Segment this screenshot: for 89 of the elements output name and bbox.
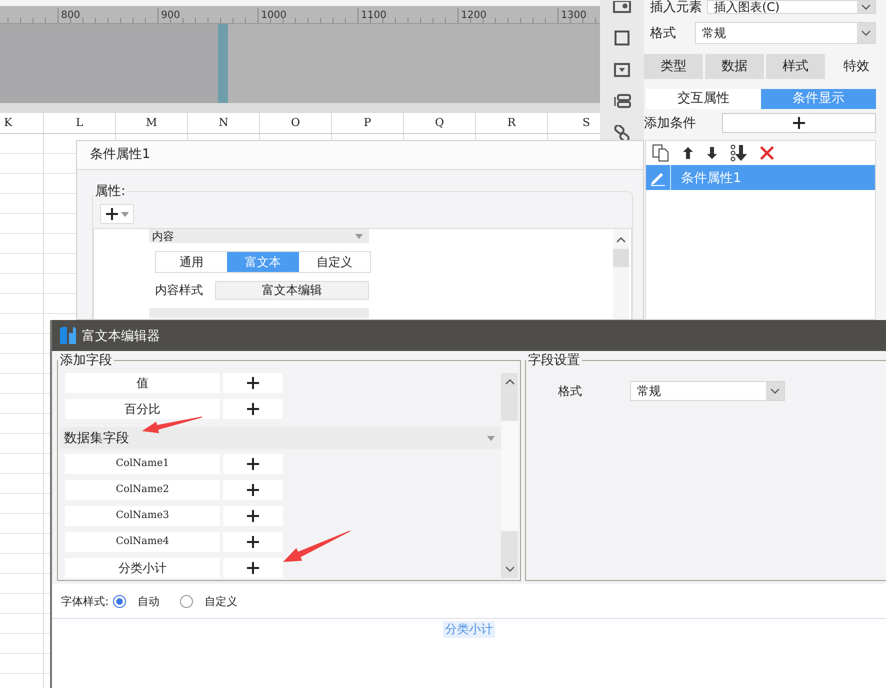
column-header[interactable]: M [116, 113, 188, 133]
plus-icon [246, 457, 260, 471]
field-name: ColName4 [65, 532, 220, 552]
field-name: ColName3 [65, 506, 220, 526]
pointer-arrow [140, 415, 204, 435]
caret-icon [355, 234, 363, 238]
radio-label[interactable]: 自动 [138, 594, 160, 608]
chevron-down-icon [504, 566, 514, 572]
add-field-button[interactable] [223, 454, 283, 474]
column-header[interactable]: R [476, 113, 548, 133]
radio-label[interactable]: 自定义 [204, 594, 238, 608]
add-field-button[interactable] [223, 373, 283, 393]
column-header[interactable]: P [332, 113, 404, 133]
dialog-title: 条件属性1 [77, 141, 643, 170]
plus-icon [246, 402, 260, 416]
section-header[interactable]: 数据集字段 [60, 427, 501, 449]
add-field-button[interactable] [223, 480, 283, 500]
window-title: 富文本编辑器 [82, 328, 160, 344]
column-header[interactable]: N [188, 113, 260, 133]
dropdown[interactable]: 插入图表(C) [707, 0, 876, 14]
column-header[interactable]: K [0, 113, 44, 133]
field-name: ColName1 [65, 454, 220, 474]
delete-icon[interactable] [760, 146, 774, 160]
field-name: ColName2 [65, 480, 220, 500]
app-logo-icon [60, 327, 76, 344]
add-field-button[interactable] [223, 558, 283, 578]
group-label: 字段设置 [527, 352, 581, 369]
down-arrow-icon[interactable] [706, 146, 718, 160]
list-icon[interactable] [613, 94, 631, 108]
rich-text-edit-button[interactable]: 富文本编辑 [215, 280, 369, 300]
field-label: 格式 [650, 25, 677, 42]
plus-icon [792, 116, 806, 130]
field-label: 字体样式: [61, 594, 109, 608]
field-name: 值 [65, 373, 220, 393]
ruler-label: 1300 [561, 10, 586, 21]
chevron-down-icon [861, 30, 871, 36]
add-field-button[interactable] [223, 506, 283, 526]
dropdown-icon[interactable] [614, 63, 630, 77]
tab[interactable]: 交互属性 [646, 89, 761, 109]
link-icon[interactable] [614, 125, 630, 141]
chevron-up-icon [504, 379, 514, 385]
field-label: 内容样式 [155, 282, 204, 298]
plus-icon [105, 207, 119, 221]
group-label: 添加字段 [59, 352, 113, 369]
ruler-label: 800 [61, 10, 80, 21]
plus-icon [246, 483, 260, 497]
column-header[interactable]: Q [404, 113, 476, 133]
field-label: 插入元素 [650, 0, 703, 16]
caret-icon [121, 212, 129, 216]
dropdown[interactable]: 常规 [695, 22, 876, 44]
plus-icon [246, 535, 260, 549]
field-label: 添加条件 [644, 115, 697, 132]
dropdown[interactable]: 常规 [630, 381, 785, 401]
scrollbar[interactable] [501, 373, 518, 578]
group-label: 属性: [94, 183, 126, 200]
tab[interactable]: 样式 [766, 54, 825, 79]
column-header[interactable]: O [260, 113, 332, 133]
chevron-up-icon [616, 237, 626, 243]
tab[interactable]: 类型 [644, 54, 703, 79]
chevron-down-icon [770, 388, 780, 394]
up-arrow-icon[interactable] [682, 146, 694, 160]
card-icon[interactable] [613, 1, 631, 13]
column-header[interactable]: L [44, 113, 116, 133]
radio-button[interactable] [180, 594, 193, 608]
scroll-thumb[interactable] [613, 249, 629, 267]
caret-icon [487, 436, 495, 440]
plus-icon [246, 376, 260, 390]
plus-icon [246, 561, 260, 575]
ruler-label: 1200 [461, 10, 486, 21]
radio-button[interactable] [112, 594, 126, 608]
square-icon[interactable] [614, 30, 630, 46]
add-field-button[interactable] [223, 532, 283, 552]
chevron-down-icon [861, 4, 871, 10]
column-header[interactable]: S [548, 113, 600, 133]
field-label: 格式 [558, 382, 583, 400]
scrollbar[interactable] [613, 229, 629, 319]
copy-icon[interactable] [652, 144, 670, 162]
plus-icon [246, 509, 260, 523]
column-marker[interactable] [218, 24, 228, 103]
ruler-label: 1000 [261, 10, 286, 21]
move-to-bottom-icon[interactable] [730, 144, 748, 162]
field-name: 分类小计 [65, 558, 220, 578]
ruler-label: 900 [161, 10, 180, 21]
add-field-button[interactable] [223, 399, 283, 419]
ruler-label: 1100 [361, 10, 386, 21]
add-dropdown-button[interactable] [100, 204, 134, 224]
field-name: 百分比 [65, 399, 220, 419]
section-header[interactable]: 内容 [149, 229, 369, 243]
tab[interactable]: 数据 [705, 54, 764, 79]
